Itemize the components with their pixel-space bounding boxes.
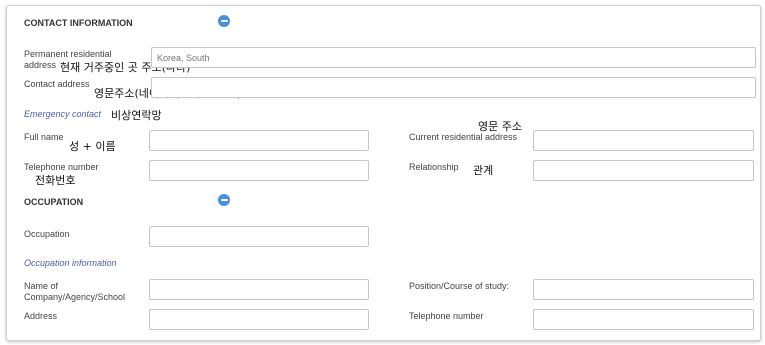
company-label-line2: Company/Agency/School [24,292,126,302]
full-name-note: 성 + 이름 [69,140,116,153]
contact-collapse-button[interactable] [218,15,230,27]
occupation-address-input[interactable] [149,309,369,330]
minus-circle-icon [220,199,228,201]
permanent-address-label-line1: Permanent residential [24,49,112,59]
full-name-input[interactable] [149,130,369,151]
minus-circle-icon [220,20,228,22]
occupation-info-subtitle: Occupation information [24,258,117,268]
form-panel: CONTACT INFORMATION Permanent residentia… [6,5,761,341]
company-label-line1: Name of [24,281,59,291]
occupation-input[interactable] [149,226,369,247]
company-input[interactable] [149,279,369,300]
occupation-telephone-label: Telephone number [409,311,484,321]
relationship-input[interactable] [533,160,754,181]
emergency-contact-note: 비상연락망 [111,109,162,122]
emergency-contact-subtitle: Emergency contact [24,109,102,119]
occupation-address-label: Address [24,311,58,321]
telephone-label: Telephone number [24,162,99,172]
occupation-section-title: OCCUPATION [24,197,84,207]
contact-address-input[interactable] [151,77,756,98]
permanent-address-input[interactable] [151,47,756,68]
position-label: Position/Course of study: [409,281,510,291]
telephone-note: 전화번호 [35,174,76,187]
occupation-label: Occupation [24,229,70,239]
current-address-input[interactable] [533,130,754,151]
contact-address-label: Contact address [24,79,90,89]
occupation-collapse-button[interactable] [218,194,230,206]
company-label: Name of Company/Agency/School [24,281,125,303]
occupation-telephone-input[interactable] [533,309,754,330]
contact-section-title: CONTACT INFORMATION [24,18,133,28]
relationship-note: 관계 [473,164,494,177]
current-address-label: Current residential address [409,132,518,142]
position-input[interactable] [533,279,754,300]
relationship-label: Relationship [409,162,459,172]
full-name-label: Full name [24,132,64,142]
telephone-input[interactable] [149,160,369,181]
